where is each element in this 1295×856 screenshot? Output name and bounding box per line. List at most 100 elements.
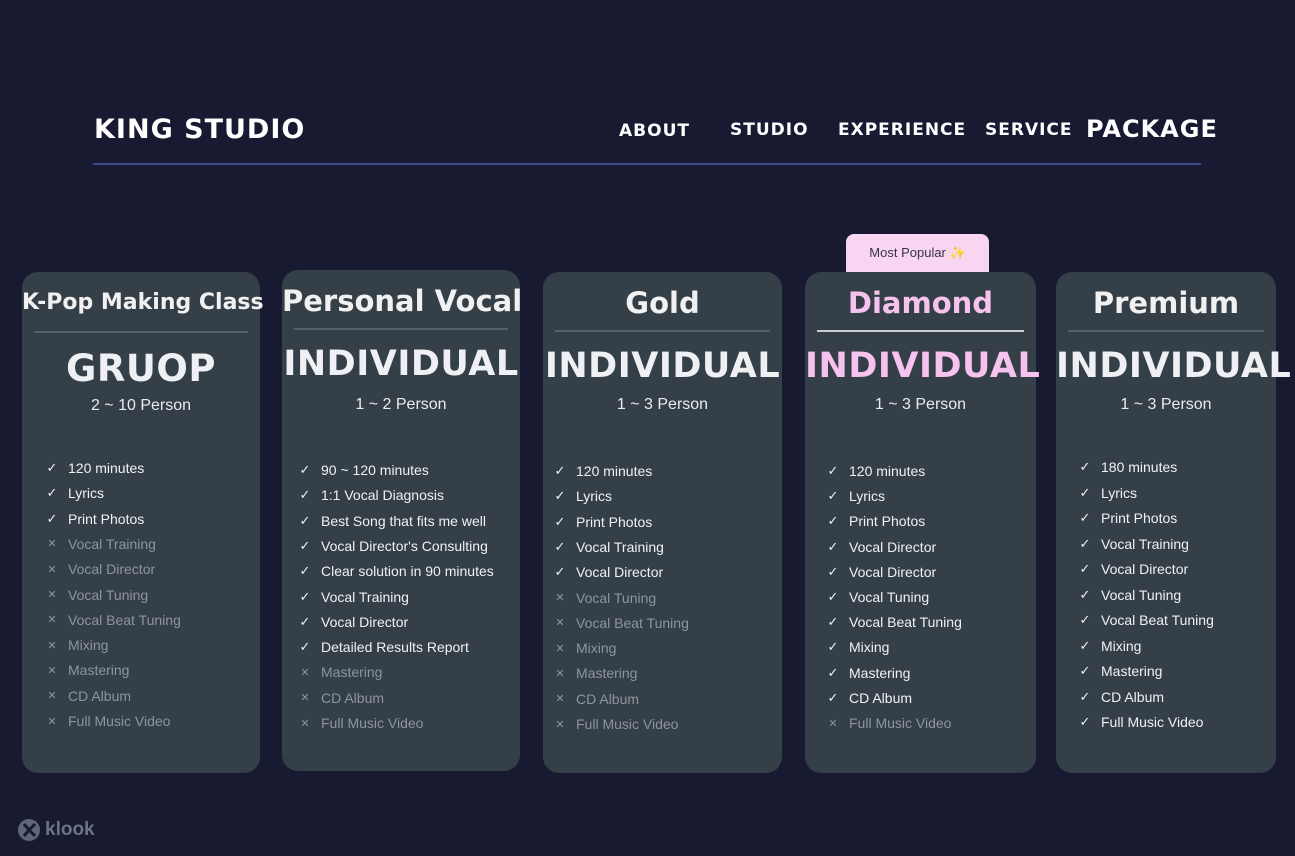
cross-icon: ✕: [555, 718, 565, 731]
check-icon: ✓: [46, 485, 58, 501]
nav-about[interactable]: ABOUT: [619, 121, 690, 141]
check-icon: ✓: [827, 538, 839, 554]
feature-item: ✓ Vocal Director: [293, 612, 409, 632]
check-icon: ✓: [1079, 459, 1091, 474]
feature-label: 120 minutes: [68, 460, 145, 476]
klook-watermark: klook: [17, 818, 95, 842]
feature-label: Vocal Tuning: [576, 589, 657, 606]
feature-item: ✕ Vocal Training: [40, 534, 156, 554]
card-type: INDIVIDUAL: [1056, 346, 1292, 386]
nav-package[interactable]: PACKAGE: [1086, 115, 1218, 143]
feature-label: 90 ~ 120 minutes: [321, 462, 429, 478]
check-icon: ✓: [1079, 688, 1091, 704]
package-card-diamond[interactable]: Diamond INDIVIDUAL 1 ~ 3 Person ✓ 120 min…: [805, 272, 1040, 773]
feature-label: Vocal Tuning: [68, 586, 149, 603]
feature-item: ✓ Print Photos: [821, 511, 926, 531]
cross-icon: ✕: [300, 666, 310, 679]
feature-label: Full Music Video: [849, 715, 952, 731]
cross-icon: ✕: [47, 538, 57, 551]
feature-label: 180 minutes: [1101, 459, 1178, 475]
brand-logo[interactable]: KING STUDIO: [94, 114, 305, 145]
feature-item: ✓ 120 minutes: [548, 461, 653, 481]
check-icon: ✓: [299, 512, 311, 528]
check-icon: ✓: [299, 462, 311, 477]
feature-item: ✕ Mastering: [40, 660, 129, 680]
check-icon: ✓: [46, 460, 58, 475]
feature-label: Full Music Video: [321, 715, 424, 731]
feature-label: 1:1 Vocal Diagnosis: [321, 487, 444, 504]
check-icon: ✓: [554, 538, 566, 554]
check-icon: ✓: [554, 463, 566, 478]
feature-label: Vocal Director: [849, 538, 937, 555]
feature-item: ✓ Vocal Training: [548, 537, 664, 557]
feature-label: CD Album: [576, 690, 640, 707]
cross-icon: ✕: [555, 642, 565, 655]
package-card-personal-vocal[interactable]: Personal Vocal INDIVIDUAL 1 ~ 2 Person ✓…: [282, 270, 522, 771]
feature-label: Mastering: [321, 664, 383, 681]
cross-icon: ✕: [47, 614, 57, 627]
feature-item: ✓ Vocal Director's Consulting: [293, 536, 488, 556]
feature-label: Vocal Training: [1101, 535, 1189, 552]
check-icon: ✓: [299, 487, 311, 503]
feature-item: ✓ Print Photos: [548, 512, 653, 532]
check-icon: ✓: [1079, 484, 1091, 500]
feature-item: ✓ Full Music Video: [1073, 712, 1204, 732]
check-icon: ✓: [1079, 637, 1091, 653]
feature-label: Mixing: [68, 637, 109, 654]
feature-item: ✓ Vocal Tuning: [1073, 585, 1182, 605]
card-person: 1 ~ 3 Person: [1120, 396, 1212, 413]
check-icon: ✓: [1079, 535, 1091, 551]
feature-label: Vocal Training: [576, 538, 664, 555]
feature-item: ✓ Lyrics: [821, 486, 886, 506]
cross-icon: ✕: [555, 667, 565, 680]
check-icon: ✓: [827, 639, 839, 655]
feature-label: Mixing: [1101, 637, 1142, 654]
feature-label: Vocal Director's Consulting: [321, 537, 488, 554]
feature-item: ✓ Mastering: [1073, 661, 1163, 681]
feature-label: Vocal Training: [321, 588, 409, 605]
feature-label: Print Photos: [68, 510, 145, 527]
check-icon: ✓: [1079, 586, 1091, 602]
feature-label: CD Album: [1101, 688, 1165, 705]
nav-service[interactable]: SERVICE: [985, 120, 1073, 140]
card-person: 2 ~ 10 Person: [90, 397, 192, 414]
feature-item: ✕ Mixing: [548, 638, 616, 658]
cross-icon: ✕: [300, 717, 310, 730]
feature-item: ✓ Vocal Training: [1073, 534, 1189, 554]
card-divider: [555, 330, 770, 332]
feature-item: ✓ Mixing: [1073, 636, 1142, 656]
check-icon: ✓: [827, 589, 839, 604]
feature-item: ✓ Best Song that fits me well: [293, 511, 486, 531]
cross-icon: ✕: [555, 592, 565, 604]
card-divider: [34, 331, 248, 333]
nav-experience[interactable]: EXPERIENCE: [838, 120, 966, 140]
feature-item: ✓ Lyrics: [548, 486, 613, 506]
card-title: Diamond: [847, 286, 994, 320]
feature-label: Mastering: [576, 665, 638, 682]
cross-icon: ✕: [828, 717, 838, 730]
check-icon: ✓: [1079, 612, 1091, 627]
feature-item: ✕ Full Music Video: [821, 713, 951, 733]
package-card-kpop-making-class[interactable]: K-Pop Making Class GRUOP 2 ~ 10 Person ✓…: [22, 272, 264, 773]
feature-item: ✓ Mastering: [821, 663, 911, 683]
package-card-gold[interactable]: Gold INDIVIDUAL 1 ~ 3 Person ✓ 120 minute…: [543, 272, 782, 773]
feature-label: Vocal Beat Tuning: [1101, 612, 1214, 628]
cross-icon: ✕: [47, 563, 57, 576]
feature-label: Full Music Video: [1101, 714, 1204, 730]
nav-divider: [93, 163, 1201, 165]
feature-item: ✓ 180 minutes: [1073, 457, 1178, 477]
feature-label: Mixing: [849, 639, 890, 656]
nav-studio[interactable]: STUDIO: [730, 120, 809, 140]
cross-icon: ✕: [555, 617, 565, 630]
feature-item: ✓ Vocal Director: [821, 562, 937, 582]
package-card-premium[interactable]: Premium INDIVIDUAL 1 ~ 3 Person ✓ 180 min…: [1056, 272, 1292, 773]
feature-item: ✓ Vocal Training: [293, 587, 409, 607]
check-icon: ✓: [554, 513, 566, 529]
check-icon: ✓: [299, 563, 311, 579]
check-icon: ✓: [827, 689, 839, 705]
feature-item: ✕ Vocal Beat Tuning: [548, 613, 688, 633]
feature-item: ✕ Vocal Tuning: [548, 588, 656, 608]
feature-item: ✕ Mastering: [548, 663, 637, 683]
feature-label: Vocal Director: [849, 563, 937, 580]
feature-label: Best Song that fits me well: [321, 512, 486, 529]
